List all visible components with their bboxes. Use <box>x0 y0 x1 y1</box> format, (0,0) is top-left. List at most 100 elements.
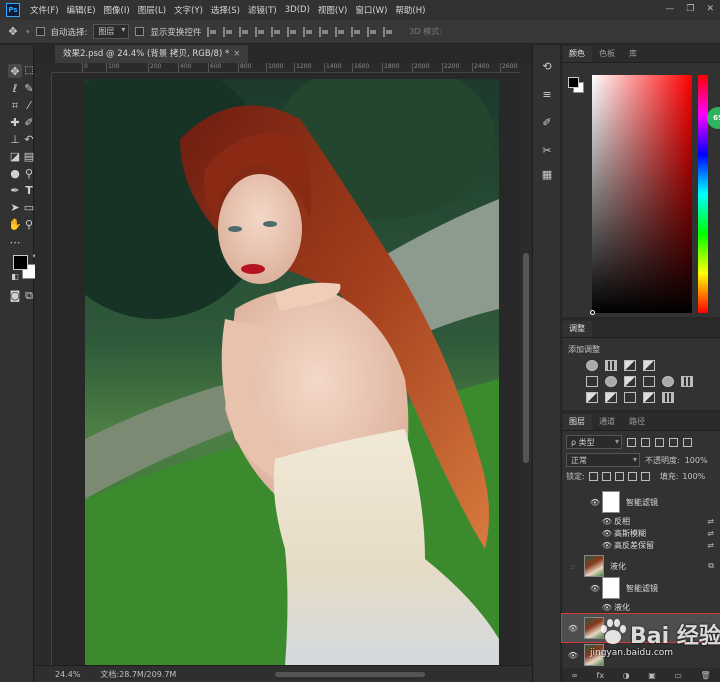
visibility-eye-off-icon[interactable]: ▫ <box>566 562 580 571</box>
history-panel-icon[interactable]: ⟲ <box>540 59 554 73</box>
layer-row-smart-filter-1[interactable]: 👁 智能滤镜 <box>562 489 720 515</box>
layer-row-filter-gaussian[interactable]: 👁 高斯模糊 ⇌ <box>562 527 720 539</box>
vertical-scroll-thumb[interactable] <box>523 253 529 463</box>
menu-window[interactable]: 窗口(W) <box>355 4 387 16</box>
visibility-eye-icon[interactable]: 👁 <box>566 624 580 633</box>
screen-mode-icon[interactable]: ⧉ <box>22 288 36 302</box>
visibility-eye-icon[interactable]: 👁 <box>588 498 602 507</box>
filter-adjustment-icon[interactable] <box>641 437 650 447</box>
tool-presets-icon[interactable]: ✂ <box>540 143 554 157</box>
eraser-tool-icon[interactable]: ◪ <box>8 149 22 163</box>
layer-style-icon[interactable]: fx <box>597 671 605 680</box>
align-center-icon[interactable] <box>223 26 233 37</box>
filter-smart-icon[interactable] <box>683 437 692 447</box>
distribute-right-icon[interactable] <box>383 26 393 37</box>
menu-help[interactable]: 帮助(H) <box>395 4 425 16</box>
quick-mask-icon[interactable]: ◙ <box>8 288 22 302</box>
tab-color[interactable]: 颜色 <box>562 46 592 62</box>
marquee-tool-icon[interactable]: ⬚ <box>22 64 36 78</box>
link-layers-icon[interactable]: ∞ <box>571 671 578 680</box>
menu-type[interactable]: 文字(Y) <box>174 4 203 16</box>
zoom-level[interactable]: 24.4% <box>55 670 80 679</box>
visibility-eye-icon[interactable]: 👁 <box>600 603 614 612</box>
type-tool-icon[interactable]: T <box>22 183 36 197</box>
hue-saturation-icon[interactable] <box>605 376 617 387</box>
tab-layers[interactable]: 图层 <box>562 414 592 430</box>
layer-row-smart-filter-2[interactable]: 👁 智能滤镜 <box>562 575 720 601</box>
distribute-bottom-icon[interactable] <box>335 26 345 37</box>
vertical-scrollbar[interactable] <box>520 63 532 665</box>
selective-color-icon[interactable] <box>662 392 674 403</box>
brush-tool-icon[interactable]: ✐ <box>22 115 36 129</box>
preset-dropdown-icon[interactable]: ▾ <box>26 28 30 36</box>
menu-image[interactable]: 图像(I) <box>104 4 130 16</box>
levels-icon[interactable] <box>605 360 617 371</box>
delete-layer-icon[interactable]: 🗑 <box>701 671 711 680</box>
invert-icon[interactable] <box>586 392 598 403</box>
blend-options-icon[interactable]: ⇌ <box>707 541 714 550</box>
gradient-map-icon[interactable] <box>643 392 655 403</box>
brush-settings-icon[interactable]: ≡ <box>540 87 554 101</box>
lock-image-icon[interactable] <box>601 472 611 481</box>
filter-mask-thumbnail[interactable] <box>602 577 620 599</box>
menu-view[interactable]: 视图(V) <box>318 4 347 16</box>
distribute-top-icon[interactable] <box>303 26 313 37</box>
blur-tool-icon[interactable]: ● <box>8 166 22 180</box>
fill-value[interactable]: 100% <box>682 472 705 481</box>
visibility-eye-icon[interactable]: 👁 <box>588 584 602 593</box>
blend-mode-dropdown[interactable]: 正常 <box>566 453 640 467</box>
minimize-button[interactable]: — <box>665 4 674 14</box>
vibrance-icon[interactable] <box>586 376 598 387</box>
exposure-icon[interactable] <box>643 360 655 371</box>
filter-type-icon[interactable] <box>655 437 664 447</box>
photo-filter-icon[interactable] <box>662 376 674 387</box>
tab-swatches[interactable]: 色板 <box>592 46 622 62</box>
path-select-tool-icon[interactable]: ➤ <box>8 200 22 214</box>
healing-brush-tool-icon[interactable]: ✚ <box>8 115 22 129</box>
menu-layer[interactable]: 图层(L) <box>138 4 166 16</box>
eyedropper-tool-icon[interactable]: ⁄ <box>22 98 36 112</box>
visibility-eye-icon[interactable]: 👁 <box>600 541 614 550</box>
blend-options-icon[interactable]: ⇌ <box>707 517 714 526</box>
color-balance-icon[interactable] <box>624 376 636 387</box>
align-right-icon[interactable] <box>239 26 249 37</box>
clone-source-icon[interactable]: ▦ <box>540 167 554 181</box>
align-bottom-icon[interactable] <box>287 26 297 37</box>
menu-file[interactable]: 文件(F) <box>30 4 59 16</box>
tab-libraries[interactable]: 库 <box>622 46 644 62</box>
clone-stamp-tool-icon[interactable]: ⊥ <box>8 132 22 146</box>
default-colors-icon[interactable]: ◧ <box>8 270 22 284</box>
add-mask-icon[interactable]: ◑ <box>623 671 630 680</box>
distribute-left-icon[interactable] <box>351 26 361 37</box>
pen-tool-icon[interactable]: ✒ <box>8 183 22 197</box>
opacity-value[interactable]: 100% <box>685 456 708 465</box>
close-tab-icon[interactable]: × <box>233 49 240 59</box>
history-brush-tool-icon[interactable]: ↶ <box>22 132 36 146</box>
move-tool-icon[interactable]: ✥ <box>8 64 22 78</box>
posterize-icon[interactable] <box>605 392 617 403</box>
show-transform-checkbox[interactable] <box>135 27 145 36</box>
align-left-icon[interactable] <box>207 26 217 37</box>
visibility-eye-icon[interactable]: 👁 <box>566 651 580 660</box>
edit-toolbar-icon[interactable]: ⋯ <box>8 235 22 249</box>
layer-thumbnail[interactable] <box>584 644 604 666</box>
color-picker-marker[interactable] <box>590 310 595 315</box>
layer-filter-dropdown[interactable]: ρ 类型 <box>566 435 622 449</box>
lock-position-icon[interactable] <box>614 472 624 481</box>
document-image[interactable] <box>85 79 499 665</box>
quick-select-tool-icon[interactable]: ✎ <box>22 81 36 95</box>
auto-select-dropdown[interactable]: 图层 <box>93 24 130 39</box>
tab-channels[interactable]: 通道 <box>592 414 622 430</box>
lock-all-icon[interactable] <box>640 472 650 481</box>
layer-row-filter-invert[interactable]: 👁 反相 ⇌ <box>562 515 720 527</box>
brightness-icon[interactable] <box>586 360 598 371</box>
layer-row-filter-liquify[interactable]: 👁 液化 <box>562 601 720 613</box>
curves-icon[interactable] <box>624 360 636 371</box>
lock-artboard-icon[interactable] <box>627 472 637 481</box>
filter-mask-thumbnail[interactable] <box>602 491 620 513</box>
lasso-tool-icon[interactable]: ℓ <box>8 81 22 95</box>
new-group-icon[interactable]: ▭ <box>674 671 682 680</box>
document-tab[interactable]: 效果2.psd @ 24.4% (背景 拷贝, RGB/8) * × <box>55 45 249 63</box>
tab-adjustments[interactable]: 调整 <box>562 321 592 337</box>
menu-select[interactable]: 选择(S) <box>211 4 240 16</box>
